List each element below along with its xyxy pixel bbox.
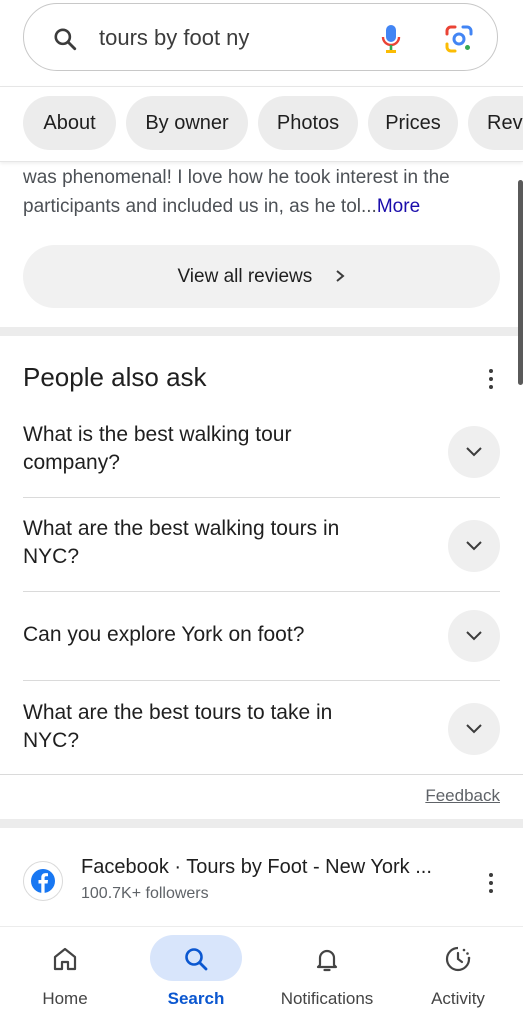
section-divider (0, 327, 523, 336)
review-line: participants and included us in, as he t… (23, 196, 377, 217)
chip-prices[interactable]: Prices (368, 96, 458, 150)
question-divider (23, 497, 500, 498)
expand-button[interactable] (448, 703, 500, 755)
question-divider (23, 591, 500, 592)
result-title[interactable]: Facebook · Tours by Foot - New York ... (81, 856, 432, 879)
search-input[interactable]: tours by foot ny (99, 25, 249, 51)
bottom-navigation: Home Search Notifications Activity (0, 926, 523, 1025)
microphone-icon[interactable] (381, 24, 401, 54)
question-line: What are the best tours to take in (23, 701, 333, 724)
bell-icon (316, 949, 338, 972)
view-all-reviews-label: View all reviews (177, 266, 313, 287)
scrollbar[interactable] (518, 180, 523, 385)
chevron-down-icon (466, 541, 482, 551)
question-row[interactable]: What are the best walking tours in NYC? (23, 515, 500, 575)
home-icon (53, 947, 77, 971)
question-row[interactable]: Can you explore York on foot? (23, 610, 500, 662)
nav-activity[interactable]: Activity (403, 927, 513, 1025)
nav-home[interactable]: Home (10, 927, 120, 1025)
nav-search-label: Search (167, 989, 225, 1008)
more-link[interactable]: More (377, 196, 420, 217)
question-line: What are the best walking tours in (23, 517, 340, 540)
question-text: What is the best walking tour company? (23, 421, 423, 477)
question-divider (23, 680, 500, 681)
question-row[interactable]: What are the best tours to take in NYC? (23, 699, 500, 759)
google-lens-icon[interactable] (444, 24, 474, 54)
question-text: Can you explore York on foot? (23, 621, 423, 649)
activity-icon (445, 946, 471, 972)
facebook-logo-icon (23, 861, 63, 901)
feedback-link[interactable]: Feedback (425, 786, 500, 806)
chevron-right-icon (335, 270, 345, 282)
filter-chips: About By owner Photos Prices Rev (0, 86, 523, 162)
review-snippet: was phenomenal! I love how he took inter… (23, 163, 503, 221)
search-icon (185, 948, 208, 971)
result-subtitle: 100.7K+ followers (81, 885, 209, 902)
chip-reviews[interactable]: Rev (468, 96, 523, 150)
question-line: NYC? (23, 729, 80, 752)
section-divider (0, 819, 523, 828)
expand-button[interactable] (448, 520, 500, 572)
question-divider (0, 774, 523, 775)
question-line: company? (23, 451, 120, 474)
question-text: What are the best tours to take in NYC? (23, 699, 423, 755)
more-options-icon[interactable] (488, 873, 494, 895)
expand-button[interactable] (448, 610, 500, 662)
nav-notifications[interactable]: Notifications (272, 927, 382, 1025)
chip-by-owner[interactable]: By owner (126, 96, 248, 150)
chevron-down-icon (466, 447, 482, 457)
search-icon (54, 28, 77, 51)
question-line: NYC? (23, 545, 80, 568)
nav-notifications-label: Notifications (280, 989, 374, 1008)
review-line: was phenomenal! I love how he took inter… (23, 167, 450, 188)
chip-photos[interactable]: Photos (258, 96, 358, 150)
question-text: What are the best walking tours in NYC? (23, 515, 423, 571)
more-options-icon[interactable] (488, 369, 494, 391)
view-all-reviews-button[interactable]: View all reviews (23, 245, 500, 308)
question-row[interactable]: What is the best walking tour company? (23, 421, 500, 481)
nav-activity-label: Activity (431, 989, 485, 1008)
question-line: What is the best walking tour (23, 423, 292, 446)
nav-search[interactable]: Search (141, 927, 251, 1025)
chevron-down-icon (466, 631, 482, 641)
nav-home-label: Home (42, 989, 88, 1008)
chip-about[interactable]: About (23, 96, 116, 150)
expand-button[interactable] (448, 426, 500, 478)
search-bar[interactable]: tours by foot ny (23, 3, 498, 71)
question-line: Can you explore York on foot? (23, 623, 305, 646)
people-also-ask-title: People also ask (23, 362, 207, 392)
chevron-down-icon (466, 724, 482, 734)
